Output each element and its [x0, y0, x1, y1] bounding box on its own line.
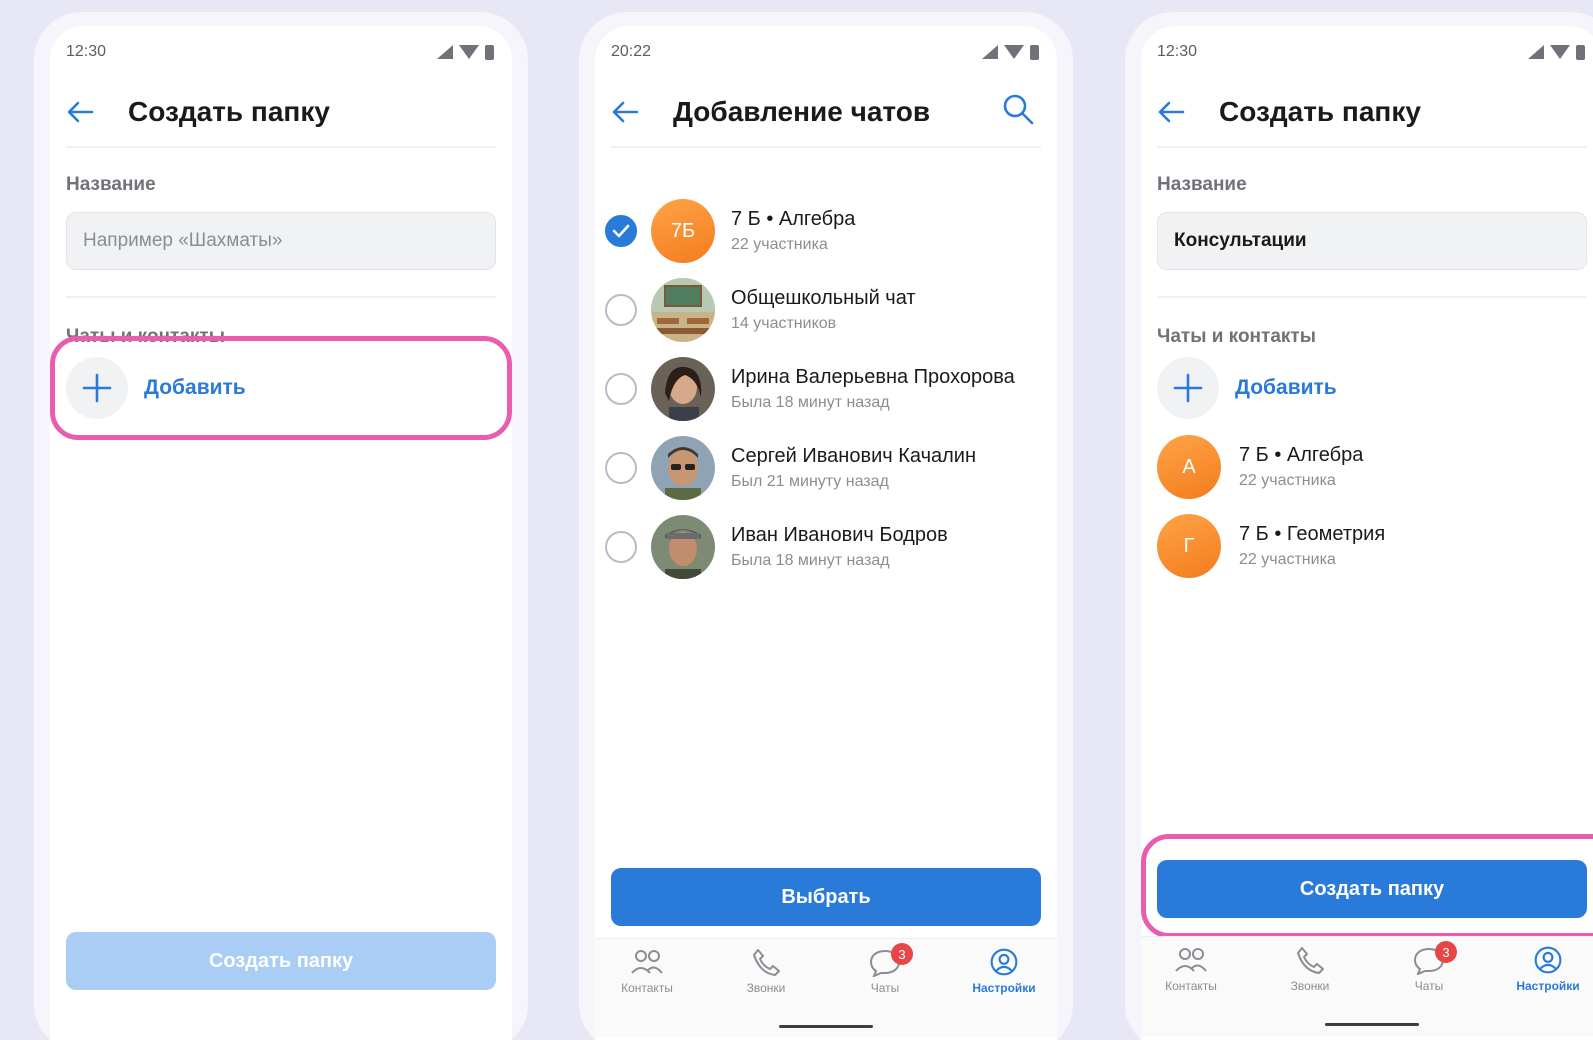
- folder-name-input[interactable]: Консультации: [1157, 212, 1587, 270]
- add-label: Добавить: [1235, 376, 1337, 399]
- highlight-frame: [50, 336, 512, 440]
- tab-chats[interactable]: 3 Чаты: [835, 943, 935, 995]
- avatar: 7Б: [651, 199, 715, 263]
- tab-chats[interactable]: 3 Чаты: [1379, 941, 1479, 993]
- phone-screen-create-folder-filled: 12:30 Создать папку Название Консультаци…: [1125, 12, 1593, 1040]
- search-icon[interactable]: [1001, 92, 1041, 132]
- signal-icon: [437, 45, 453, 59]
- folder-chat-row[interactable]: А 7 Б • Алгебра 22 участника: [1157, 434, 1593, 500]
- back-arrow-icon[interactable]: [611, 90, 655, 134]
- back-arrow-icon[interactable]: [66, 90, 110, 134]
- wifi-icon: [1004, 45, 1024, 59]
- folder-name-input[interactable]: Например «Шахматы»: [66, 212, 496, 270]
- status-time: 20:22: [611, 43, 652, 60]
- home-indicator: [779, 1025, 873, 1028]
- settings-icon: [990, 948, 1018, 976]
- battery-icon: [1576, 44, 1585, 60]
- divider: [1157, 296, 1587, 298]
- classroom-avatar: [651, 278, 715, 342]
- header: Создать папку: [66, 78, 496, 148]
- chat-name: Общешкольный чат: [731, 287, 916, 309]
- tab-contacts[interactable]: Контакты: [597, 947, 697, 995]
- create-folder-button[interactable]: Создать папку: [66, 932, 496, 990]
- tab-calls[interactable]: Звонки: [716, 947, 816, 995]
- chat-row[interactable]: Ирина Валерьевна Прохорова Была 18 минут…: [605, 356, 1057, 422]
- phone-screen-create-folder-empty: 12:30 Создать папку Название Например «Ш…: [34, 12, 528, 1040]
- signal-icon: [982, 45, 998, 59]
- chat-name: Сергей Иванович Качалин: [731, 445, 976, 467]
- tab-bar: Контакты Звонки 3 Чаты Настройки: [1141, 936, 1593, 1036]
- battery-icon: [1030, 44, 1039, 60]
- contacts-icon: [631, 950, 663, 974]
- select-button[interactable]: Выбрать: [611, 868, 1041, 926]
- page-title: Добавление чатов: [673, 96, 931, 127]
- status-time: 12:30: [1157, 43, 1198, 60]
- contact-photo-avatar: [651, 436, 715, 500]
- checkbox[interactable]: [605, 373, 637, 405]
- contact-photo-avatar: [651, 357, 715, 421]
- contact-photo-avatar: [651, 515, 715, 579]
- checkbox-checked[interactable]: [605, 215, 637, 247]
- chat-subtitle: Была 18 минут назад: [731, 552, 890, 569]
- contacts-icon: [1175, 948, 1207, 972]
- status-bar: 20:22: [611, 40, 1039, 64]
- phone-screen-add-chats: 20:22 Добавление чатов 7Б 7 Б • Алгебра: [579, 12, 1073, 1040]
- chat-name: 7 Б • Геометрия: [1239, 523, 1386, 545]
- chat-subtitle: 22 участника: [731, 236, 828, 253]
- page-title: Создать папку: [1219, 96, 1421, 127]
- chat-subtitle: Была 18 минут назад: [731, 394, 890, 411]
- check-icon: [612, 224, 630, 238]
- name-label: Название: [66, 174, 156, 195]
- screen: 12:30 Создать папку Название Например «Ш…: [50, 26, 512, 1040]
- chat-subtitle: 22 участника: [1239, 551, 1336, 568]
- chat-row[interactable]: Сергей Иванович Качалин Был 21 минуту на…: [605, 435, 1057, 501]
- plus-icon: [1157, 357, 1219, 419]
- tab-settings[interactable]: Настройки: [954, 947, 1054, 995]
- divider: [66, 296, 496, 298]
- chat-row[interactable]: Общешкольный чат 14 участников: [605, 277, 1057, 343]
- chat-name: 7 Б • Алгебра: [731, 208, 856, 230]
- chat-subtitle: 22 участника: [1239, 472, 1336, 489]
- tab-contacts[interactable]: Контакты: [1141, 945, 1241, 993]
- battery-icon: [485, 44, 494, 60]
- folder-chat-row[interactable]: Г 7 Б • Геометрия 22 участника: [1157, 513, 1593, 579]
- checkbox[interactable]: [605, 531, 637, 563]
- back-arrow-icon[interactable]: [1157, 90, 1201, 134]
- settings-icon: [1534, 946, 1562, 974]
- chat-row[interactable]: 7Б 7 Б • Алгебра 22 участника: [605, 198, 1057, 264]
- chat-name: Ирина Валерьевна Прохорова: [731, 366, 1015, 388]
- tab-calls[interactable]: Звонки: [1260, 945, 1360, 993]
- status-time: 12:30: [66, 43, 107, 60]
- name-label: Название: [1157, 174, 1247, 195]
- chat-subtitle: 14 участников: [731, 315, 837, 332]
- tab-settings[interactable]: Настройки: [1498, 945, 1593, 993]
- chat-row[interactable]: Иван Иванович Бодров Была 18 минут назад: [605, 514, 1057, 580]
- status-bar: 12:30: [1157, 40, 1585, 64]
- highlight-frame: [1141, 834, 1593, 938]
- wifi-icon: [459, 45, 479, 59]
- chat-name: 7 Б • Алгебра: [1239, 444, 1364, 466]
- avatar: Г: [1157, 514, 1221, 578]
- checkbox[interactable]: [605, 452, 637, 484]
- screen: 12:30 Создать папку Название Консультаци…: [1141, 26, 1593, 1040]
- add-chats-button[interactable]: Добавить: [1157, 356, 1337, 420]
- screen: 20:22 Добавление чатов 7Б 7 Б • Алгебра: [595, 26, 1057, 1040]
- chat-subtitle: Был 21 минуту назад: [731, 473, 889, 490]
- signal-icon: [1528, 45, 1544, 59]
- avatar: А: [1157, 435, 1221, 499]
- checkbox[interactable]: [605, 294, 637, 326]
- status-bar: 12:30: [66, 40, 494, 64]
- tab-bar: Контакты Звонки 3 Чаты Настройки: [595, 938, 1057, 1038]
- header: Создать папку: [1157, 78, 1587, 148]
- phone-icon: [753, 949, 780, 976]
- wifi-icon: [1550, 45, 1570, 59]
- unread-badge: 3: [1435, 941, 1457, 963]
- home-indicator: [1325, 1023, 1419, 1026]
- chats-label: Чаты и контакты: [1157, 326, 1316, 347]
- header: Добавление чатов: [611, 78, 1041, 148]
- page-title: Создать папку: [128, 96, 330, 127]
- unread-badge: 3: [891, 943, 913, 965]
- phone-icon: [1297, 947, 1324, 974]
- chat-name: Иван Иванович Бодров: [731, 524, 948, 546]
